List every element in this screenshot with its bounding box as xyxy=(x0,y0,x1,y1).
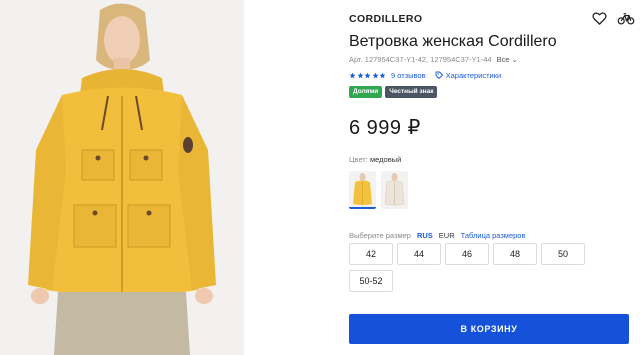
heart-icon[interactable] xyxy=(592,11,607,26)
size-option-44[interactable]: 44 xyxy=(397,243,441,265)
article-numbers: Арт. 127954C37-Y1-42, 127954C37-Y1-44 Вс… xyxy=(349,55,518,65)
product-title: Ветровка женская Cordillero xyxy=(349,33,557,50)
size-option-42[interactable]: 42 xyxy=(349,243,393,265)
badge-installments[interactable]: Долями xyxy=(349,86,383,98)
brand-row: CORDILLERO xyxy=(349,11,635,28)
size-system-eur[interactable]: EUR xyxy=(439,231,455,240)
star-icon xyxy=(372,72,378,78)
jacket-illustration xyxy=(0,0,244,355)
star-icon xyxy=(379,72,386,78)
badge-honest-sign[interactable]: Честный знак xyxy=(385,86,438,98)
price: 6 999 ₽ xyxy=(349,117,421,139)
product-info: CORDILLERO Ветровка женская Cordillero А… xyxy=(349,0,640,355)
characteristics-label: Характеристики xyxy=(445,70,502,80)
star-icon xyxy=(349,72,356,78)
size-option-46[interactable]: 46 xyxy=(445,243,489,265)
color-value: медовый xyxy=(369,155,402,164)
swatch-beige[interactable] xyxy=(381,171,408,209)
reviews-link[interactable]: 9 отзывов xyxy=(391,71,426,80)
star-icon xyxy=(364,72,371,78)
article-text: Арт. 127954C37-Y1-42, 127954C37-Y1-44 xyxy=(349,55,492,64)
color-swatches xyxy=(349,171,408,209)
size-option-50[interactable]: 50 xyxy=(541,243,585,265)
bicycle-icon[interactable] xyxy=(617,11,635,26)
size-label: Выберите размер xyxy=(349,231,411,240)
color-label: Цвет: медовый xyxy=(349,155,402,164)
badges: Долями Честный знак xyxy=(349,86,438,98)
characteristics-link[interactable]: Характеристики xyxy=(435,70,502,80)
rating-row: 9 отзывов Характеристики xyxy=(349,69,501,81)
size-system-rus[interactable]: RUS xyxy=(417,231,433,240)
size-option-50-52[interactable]: 50-52 xyxy=(349,270,393,292)
tag-icon xyxy=(435,71,443,79)
star-icon xyxy=(357,72,363,78)
add-to-cart-button[interactable]: В КОРЗИНУ xyxy=(349,314,629,344)
swatch-yellow[interactable] xyxy=(349,171,376,209)
size-option-48[interactable]: 48 xyxy=(493,243,537,265)
size-table-link[interactable]: Таблица размеров xyxy=(461,231,526,240)
yellow-jacket-thumbnail xyxy=(349,171,376,207)
chevron-down-icon: ⌄ xyxy=(511,55,518,64)
beige-jacket-thumbnail xyxy=(381,171,408,209)
article-all-link[interactable]: Все ⌄ xyxy=(497,55,518,64)
size-selector-header: Выберите размер RUS EUR Таблица размеров xyxy=(349,231,525,240)
rating-stars[interactable] xyxy=(349,72,386,79)
product-image[interactable] xyxy=(0,0,244,355)
